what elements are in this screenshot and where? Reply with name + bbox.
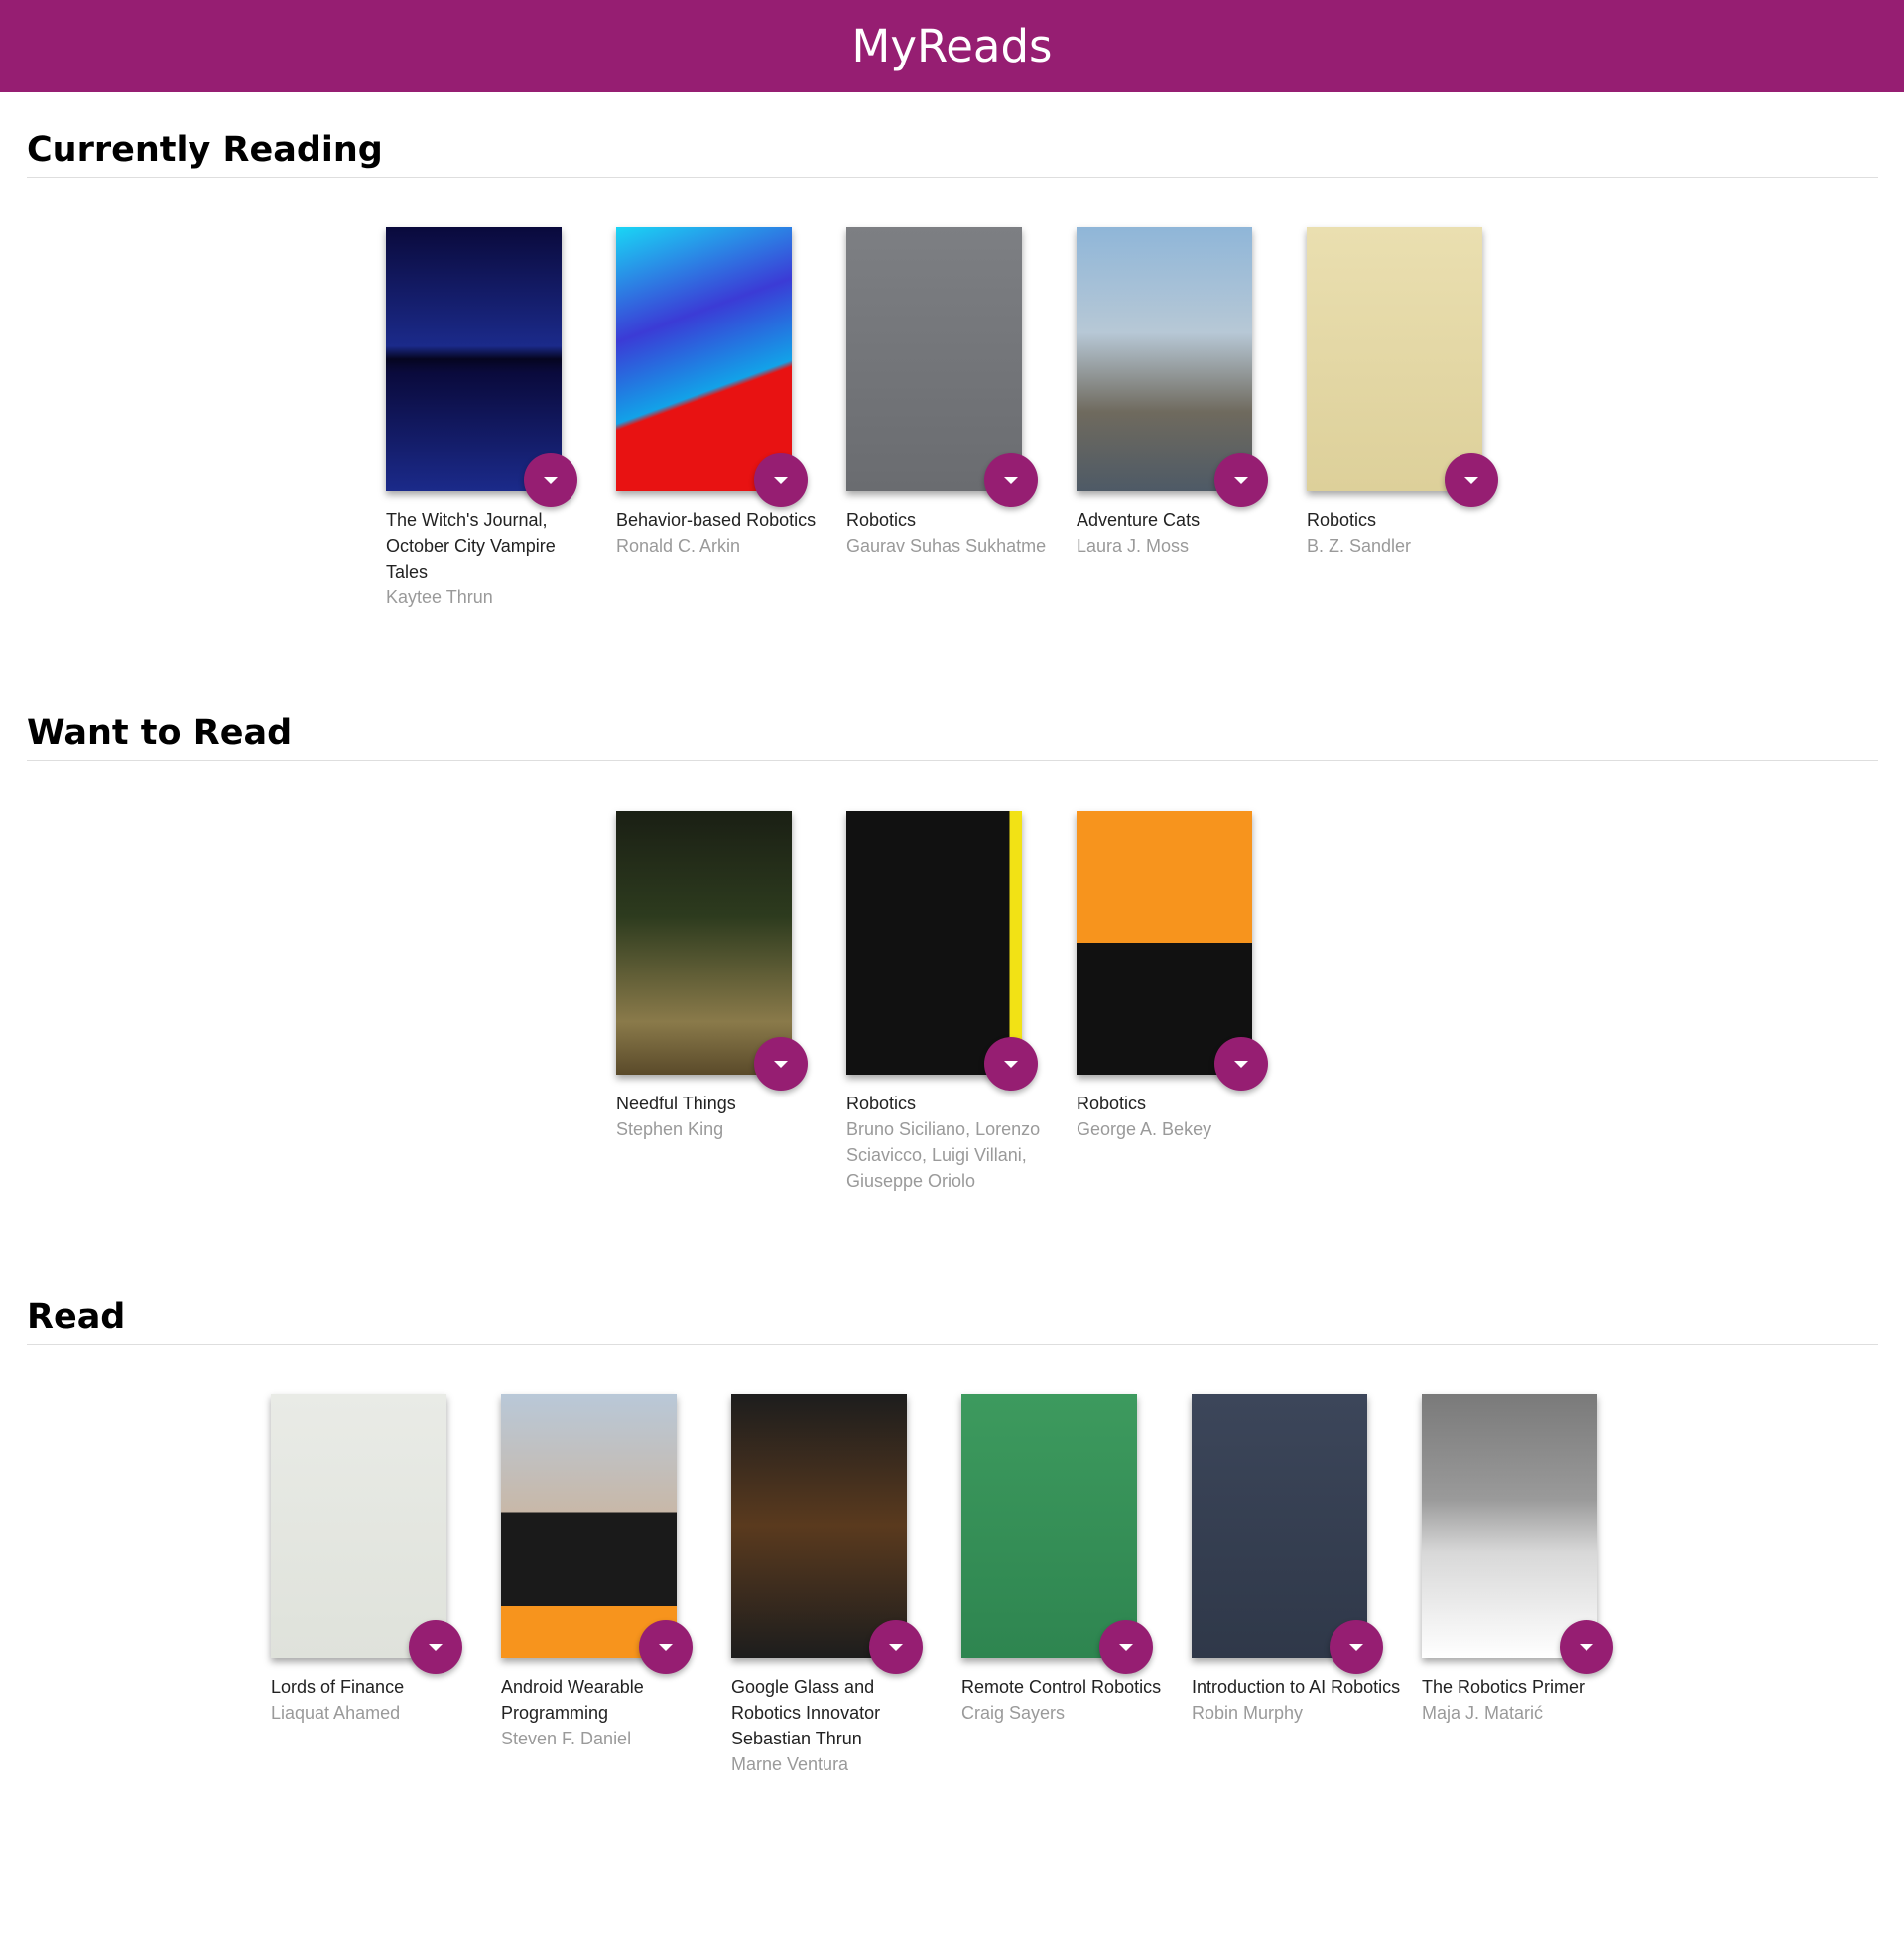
book-authors: Steven F. Daniel — [501, 1729, 632, 1748]
book-title: Lords of Finance — [271, 1677, 405, 1697]
caret-down-icon — [889, 1643, 903, 1651]
shelf-changer-button[interactable] — [1214, 453, 1268, 507]
book-authors: Ronald C. Arkin — [616, 536, 741, 556]
book: Remote Control Robotics Craig Sayers — [961, 1394, 1174, 1777]
book: Needful Things Stephen King — [616, 811, 828, 1194]
book-title: Robotics — [1307, 510, 1377, 530]
book-title: Google Glass and Robotics Innovator Seba… — [731, 1677, 881, 1748]
book-authors: Bruno Siciliano, Lorenzo Sciavicco, Luig… — [846, 1119, 1041, 1191]
book-cover — [616, 227, 792, 491]
shelf-changer-button[interactable] — [984, 453, 1038, 507]
book: Robotics George A. Bekey — [1077, 811, 1289, 1194]
app-header: MyReads — [0, 0, 1904, 92]
book-cover — [731, 1394, 907, 1658]
shelf-changer-button[interactable] — [1330, 1620, 1383, 1674]
book: Introduction to AI Robotics Robin Murphy — [1192, 1394, 1404, 1777]
book-cover — [1077, 811, 1252, 1075]
caret-down-icon — [1004, 476, 1018, 484]
bookshelf-title: Want to Read — [27, 708, 1878, 761]
book-title: Robotics — [1077, 1094, 1147, 1113]
app-title: MyReads — [851, 20, 1053, 72]
book-authors: Maja J. Matarić — [1422, 1703, 1544, 1723]
shelf-changer-button[interactable] — [754, 1037, 808, 1091]
book-cover — [846, 811, 1022, 1075]
book: Google Glass and Robotics Innovator Seba… — [731, 1394, 944, 1777]
book-title: Adventure Cats — [1077, 510, 1201, 530]
book: The Robotics Primer Maja J. Matarić — [1422, 1394, 1634, 1777]
book-title: Robotics — [846, 510, 917, 530]
book-cover — [1422, 1394, 1597, 1658]
book-authors: Robin Murphy — [1192, 1703, 1304, 1723]
caret-down-icon — [1004, 1060, 1018, 1068]
book-cover — [386, 227, 562, 491]
bookshelf-title: Read — [27, 1291, 1878, 1345]
caret-down-icon — [1234, 1060, 1248, 1068]
book: Robotics B. Z. Sandler — [1307, 227, 1519, 610]
bookshelf: Want to Read Needful Things Stephen King Ro… — [27, 708, 1878, 1194]
book-cover — [501, 1394, 677, 1658]
book-title: Android Wearable Programming — [501, 1677, 644, 1723]
book-authors: Stephen King — [616, 1119, 724, 1139]
bookshelf-books: Lords of Finance Liaquat Ahamed Android We… — [27, 1394, 1878, 1777]
caret-down-icon — [774, 1060, 788, 1068]
book-authors: Gaurav Suhas Sukhatme — [846, 536, 1047, 556]
caret-down-icon — [544, 476, 558, 484]
book: Behavior-based Robotics Ronald C. Arkin — [616, 227, 828, 610]
book-authors: George A. Bekey — [1077, 1119, 1212, 1139]
book-authors: Laura J. Moss — [1077, 536, 1190, 556]
shelf-changer-button[interactable] — [869, 1620, 923, 1674]
book-title: The Robotics Primer — [1422, 1677, 1586, 1697]
shelf-changer-button[interactable] — [754, 453, 808, 507]
shelf-changer-button[interactable] — [1214, 1037, 1268, 1091]
bookshelf-title: Currently Reading — [27, 124, 1878, 178]
caret-down-icon — [1464, 476, 1478, 484]
bookshelf-books: Needful Things Stephen King Robotics Bruno … — [27, 811, 1878, 1194]
book-cover — [1077, 227, 1252, 491]
book-authors: Liaquat Ahamed — [271, 1703, 401, 1723]
bookshelf: Currently Reading The Witch's Journal, Oc… — [27, 124, 1878, 610]
bookshelf: Read Lords of Finance Liaquat Ahamed Androi… — [27, 1291, 1878, 1777]
book-authors: B. Z. Sandler — [1307, 536, 1412, 556]
book-title: The Witch's Journal, October City Vampir… — [386, 510, 556, 581]
book-title: Introduction to AI Robotics — [1192, 1677, 1401, 1697]
caret-down-icon — [1234, 476, 1248, 484]
caret-down-icon — [1349, 1643, 1363, 1651]
book: Robotics Bruno Siciliano, Lorenzo Sciavic… — [846, 811, 1059, 1194]
shelf-changer-button[interactable] — [1445, 453, 1498, 507]
caret-down-icon — [774, 476, 788, 484]
shelf-changer-button[interactable] — [409, 1620, 462, 1674]
bookshelf-books: The Witch's Journal, October City Vampir… — [27, 227, 1878, 610]
caret-down-icon — [1580, 1643, 1593, 1651]
book: Lords of Finance Liaquat Ahamed — [271, 1394, 483, 1777]
shelf-changer-button[interactable] — [639, 1620, 693, 1674]
shelf-changer-button[interactable] — [524, 453, 577, 507]
book-title: Robotics — [846, 1094, 917, 1113]
book-authors: Craig Sayers — [961, 1703, 1066, 1723]
book: Android Wearable Programming Steven F. Da… — [501, 1394, 713, 1777]
book: The Witch's Journal, October City Vampir… — [386, 227, 598, 610]
book: Robotics Gaurav Suhas Sukhatme — [846, 227, 1059, 610]
caret-down-icon — [1119, 1643, 1133, 1651]
book-cover — [1192, 1394, 1367, 1658]
book-cover — [846, 227, 1022, 491]
caret-down-icon — [659, 1643, 673, 1651]
book-title: Remote Control Robotics — [961, 1677, 1162, 1697]
book-cover — [271, 1394, 446, 1658]
book: Adventure Cats Laura J. Moss — [1077, 227, 1289, 610]
shelf-changer-button[interactable] — [1099, 1620, 1153, 1674]
book-title: Needful Things — [616, 1094, 736, 1113]
shelf-changer-button[interactable] — [984, 1037, 1038, 1091]
caret-down-icon — [429, 1643, 443, 1651]
shelf-changer-button[interactable] — [1560, 1620, 1613, 1674]
book-title: Behavior-based Robotics — [616, 510, 817, 530]
book-cover — [616, 811, 792, 1075]
book-cover — [1307, 227, 1482, 491]
book-authors: Kaytee Thrun — [386, 587, 493, 607]
book-authors: Marne Ventura — [731, 1754, 849, 1774]
book-cover — [961, 1394, 1137, 1658]
